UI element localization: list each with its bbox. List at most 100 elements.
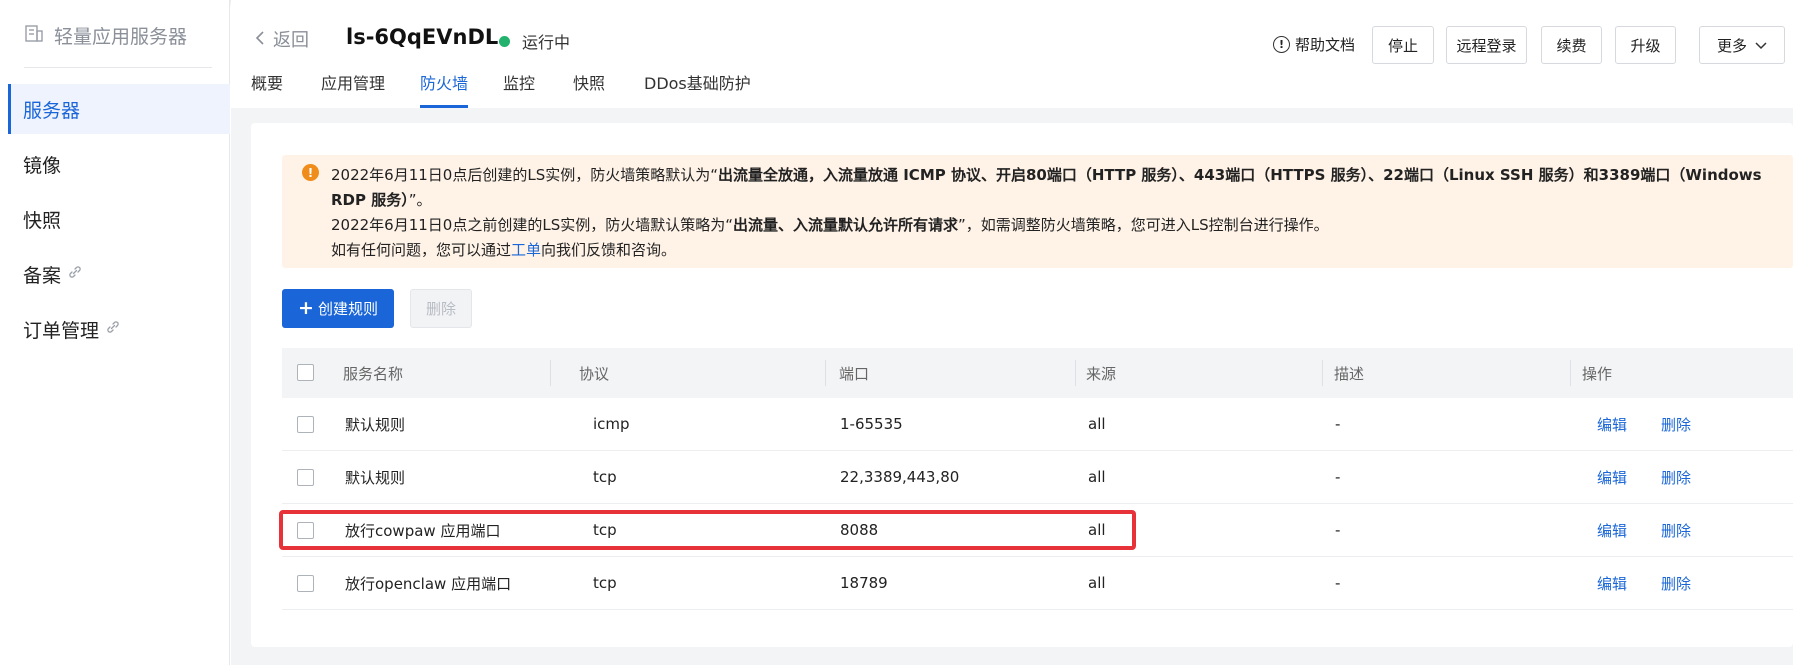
instance-name: ls-6QqEVnDL	[346, 25, 499, 49]
table-row: 默认规则 tcp 22,3389,443,80 all - 编辑 删除	[282, 451, 1793, 504]
cell-service-name: 放行openclaw 应用端口	[345, 574, 512, 593]
building-icon	[24, 23, 44, 48]
sidebar-brand: 轻量应用服务器	[24, 22, 187, 49]
sidebar-item-label: 订单管理	[23, 319, 100, 342]
cell-service-name: 默认规则	[345, 415, 406, 434]
cell-description: -	[1335, 521, 1341, 539]
more-dropdown[interactable]: 更多	[1699, 26, 1785, 64]
cell-source: all	[1088, 521, 1106, 539]
instance-status: 运行中	[499, 29, 570, 53]
cell-protocol: icmp	[593, 415, 630, 433]
column-header-port: 端口	[839, 364, 870, 383]
tab-firewall[interactable]: 防火墙	[420, 70, 469, 108]
notice-text: 2022年6月11日0点后创建的LS实例，防火墙策略默认为“出流量全放通，入流量…	[331, 163, 1781, 263]
sidebar-item-icp-filing[interactable]: 备案	[8, 249, 230, 299]
cell-source: all	[1088, 468, 1106, 486]
sidebar-item-servers[interactable]: 服务器	[8, 84, 230, 134]
column-header-description: 描述	[1334, 364, 1365, 383]
cell-port: 18789	[840, 574, 888, 592]
column-header-source: 来源	[1086, 364, 1117, 383]
page-header: 返回 ls-6QqEVnDL 运行中 ! 帮助文档 停止 远程登录 续费 升级 …	[231, 0, 1793, 108]
info-circle-icon: !	[1273, 36, 1290, 53]
table-row: 默认规则 icmp 1-65535 all - 编辑 删除	[282, 398, 1793, 451]
notice-line-3: 如有任何问题，您可以通过工单向我们反馈和咨询。	[331, 241, 677, 259]
page: 轻量应用服务器 服务器 镜像 快照 备案 订单管理 返回 ls-6QqEVnDL…	[0, 0, 1793, 665]
notice-line-2: 2022年6月11日0点之前创建的LS实例，防火墙默认策略为“出流量、入流量默认…	[331, 216, 1329, 234]
row-checkbox[interactable]	[297, 416, 314, 433]
cell-protocol: tcp	[593, 574, 617, 592]
table-row: 放行cowpaw 应用端口 tcp 8088 all - 编辑 删除	[282, 504, 1793, 557]
row-checkbox[interactable]	[297, 575, 314, 592]
stop-button[interactable]: 停止	[1372, 26, 1434, 64]
ticket-link[interactable]: 工单	[511, 241, 541, 259]
column-divider	[550, 360, 551, 386]
cell-port: 1-65535	[840, 415, 903, 433]
create-rule-label: 创建规则	[317, 300, 378, 318]
remote-login-button[interactable]: 远程登录	[1446, 26, 1527, 64]
sidebar-item-label: 镜像	[23, 154, 62, 177]
status-text: 运行中	[522, 33, 571, 52]
select-all-checkbox[interactable]	[297, 364, 314, 381]
column-header-protocol: 协议	[579, 364, 610, 383]
table-row: 放行openclaw 应用端口 tcp 18789 all - 编辑 删除	[282, 557, 1793, 610]
edit-rule-link[interactable]: 编辑	[1597, 557, 1627, 609]
external-link-icon	[105, 319, 121, 339]
cell-port: 8088	[840, 521, 879, 539]
cell-description: -	[1335, 468, 1341, 486]
cell-description: -	[1335, 415, 1341, 433]
upgrade-button[interactable]: 升级	[1615, 26, 1676, 64]
plus-icon: +	[298, 297, 314, 319]
delete-rule-link[interactable]: 删除	[1661, 451, 1691, 503]
notice-line-1: 2022年6月11日0点后创建的LS实例，防火墙策略默认为“出流量全放通，入流量…	[331, 166, 1762, 209]
firewall-notice: ! 2022年6月11日0点后创建的LS实例，防火墙策略默认为“出流量全放通，入…	[282, 155, 1793, 268]
external-link-icon	[67, 264, 83, 284]
column-header-service-name: 服务名称	[343, 364, 404, 383]
help-docs-link[interactable]: ! 帮助文档	[1273, 34, 1355, 55]
cell-protocol: tcp	[593, 521, 617, 539]
help-label: 帮助文档	[1295, 36, 1356, 54]
cell-source: all	[1088, 415, 1106, 433]
sidebar-item-images[interactable]: 镜像	[8, 139, 230, 189]
column-divider	[1570, 360, 1571, 386]
divider	[24, 67, 212, 68]
back-label: 返回	[273, 30, 309, 51]
edit-rule-link[interactable]: 编辑	[1597, 451, 1627, 503]
chevron-left-icon	[255, 29, 265, 50]
renew-button[interactable]: 续费	[1541, 26, 1602, 64]
sidebar-item-label: 服务器	[23, 99, 81, 122]
tab-app-management[interactable]: 应用管理	[321, 70, 385, 108]
more-label: 更多	[1716, 36, 1747, 55]
row-checkbox[interactable]	[297, 522, 314, 539]
delete-rule-link[interactable]: 删除	[1661, 504, 1691, 556]
table-header: 服务名称 协议 端口 来源 描述 操作	[282, 348, 1793, 398]
cell-protocol: tcp	[593, 468, 617, 486]
delete-rule-link[interactable]: 删除	[1661, 398, 1691, 450]
tab-overview[interactable]: 概要	[251, 70, 283, 108]
sidebar-item-snapshots[interactable]: 快照	[8, 194, 230, 244]
column-header-actions: 操作	[1582, 364, 1613, 383]
sidebar: 轻量应用服务器 服务器 镜像 快照 备案 订单管理	[0, 0, 230, 665]
brand-label: 轻量应用服务器	[54, 26, 188, 48]
tab-ddos-protection[interactable]: DDos基础防护	[644, 70, 751, 108]
column-divider	[825, 360, 826, 386]
tab-monitoring[interactable]: 监控	[503, 70, 535, 108]
cell-description: -	[1335, 574, 1341, 592]
cell-service-name: 默认规则	[345, 468, 406, 487]
edit-rule-link[interactable]: 编辑	[1597, 504, 1627, 556]
delete-rules-button[interactable]: 删除	[410, 289, 472, 328]
cell-source: all	[1088, 574, 1106, 592]
column-divider	[1075, 360, 1076, 386]
back-link[interactable]: 返回	[255, 26, 309, 52]
cell-port: 22,3389,443,80	[840, 468, 960, 486]
chevron-down-icon	[1755, 36, 1767, 54]
delete-rule-link[interactable]: 删除	[1661, 557, 1691, 609]
sidebar-item-label: 备案	[23, 264, 62, 287]
warning-icon: !	[302, 164, 319, 181]
row-checkbox[interactable]	[297, 469, 314, 486]
column-divider	[1322, 360, 1323, 386]
tab-snapshots[interactable]: 快照	[573, 70, 605, 108]
create-rule-button[interactable]: + 创建规则	[282, 289, 394, 328]
sidebar-item-orders[interactable]: 订单管理	[8, 304, 230, 354]
status-dot-icon	[499, 35, 510, 47]
edit-rule-link[interactable]: 编辑	[1597, 398, 1627, 450]
